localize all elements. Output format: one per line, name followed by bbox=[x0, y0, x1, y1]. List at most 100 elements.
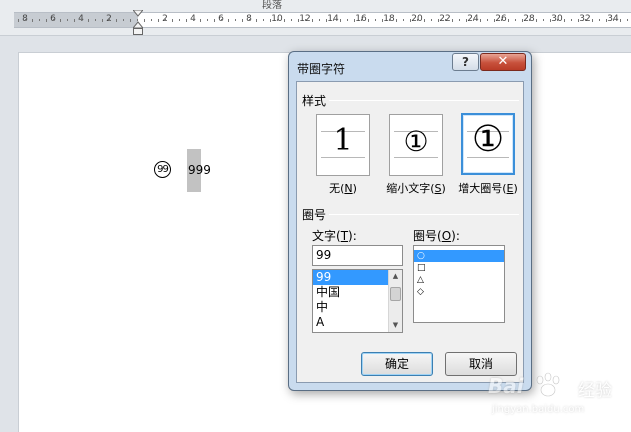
ruler-tick bbox=[165, 19, 166, 21]
scroll-down-icon[interactable]: ▼ bbox=[389, 319, 402, 332]
ruler-tick bbox=[508, 19, 509, 22]
ruler-tick bbox=[277, 19, 278, 21]
ruler-tick bbox=[403, 19, 404, 21]
ruler-tick bbox=[88, 19, 89, 22]
style-glyph-shrink: ① bbox=[403, 125, 429, 158]
enclosure-group-label: 圈号 bbox=[302, 208, 327, 222]
help-button[interactable]: ? bbox=[452, 53, 479, 71]
ruler-tick bbox=[186, 19, 187, 22]
ruler-tick bbox=[627, 19, 628, 21]
ruler-tick bbox=[578, 19, 579, 22]
ruler-tick bbox=[256, 19, 257, 22]
ruler-tick bbox=[347, 19, 348, 21]
group-divider bbox=[329, 100, 519, 101]
watermark-url: jingyan.baidu.com bbox=[492, 404, 585, 415]
label-accesskey: O bbox=[441, 229, 452, 243]
ruler-tick bbox=[179, 19, 180, 21]
ruler-tick bbox=[606, 19, 607, 22]
enclosure-item-diamond[interactable]: ◇ bbox=[414, 286, 504, 298]
ruler-tick bbox=[459, 19, 460, 21]
label-text: ) bbox=[513, 182, 518, 195]
ruler-tick bbox=[32, 19, 33, 22]
ruler-tick bbox=[599, 19, 600, 21]
list-item[interactable]: 99 bbox=[313, 270, 388, 285]
ruler-tick bbox=[67, 19, 68, 21]
ruler-tick bbox=[466, 19, 467, 22]
style-group-label: 样式 bbox=[302, 94, 327, 108]
listbox-scrollbar[interactable]: ▲ ▼ bbox=[388, 270, 402, 332]
ruler-tick bbox=[123, 19, 124, 21]
indent-marker-icon[interactable] bbox=[133, 10, 143, 36]
scroll-up-icon[interactable]: ▲ bbox=[389, 270, 402, 283]
ruler-tick bbox=[452, 19, 453, 22]
ruler-tick bbox=[298, 19, 299, 22]
enclose-characters-dialog: 带圈字符 ? ✕ 样式 1 无(N) ① 缩小文字(S) ① 增大圈号(E) 圈… bbox=[288, 51, 532, 391]
ruler-tick bbox=[557, 19, 558, 21]
scroll-thumb[interactable] bbox=[390, 287, 401, 301]
horizontal-ruler[interactable]: 段落 8 6 4 2 2 4 6 8 10 12 14 16 18 20 22 … bbox=[0, 0, 631, 36]
ruler-tick bbox=[438, 19, 439, 22]
enclosure-item-circle[interactable]: ○ bbox=[414, 250, 504, 262]
ruler-tick bbox=[445, 19, 446, 21]
ruler-tick bbox=[620, 19, 621, 22]
ruler-tick bbox=[263, 19, 264, 21]
label-text: 圈号( bbox=[413, 229, 442, 243]
style-option-shrink-text[interactable]: ① bbox=[389, 114, 443, 176]
ruler-tick bbox=[375, 19, 376, 21]
ruler-tick bbox=[389, 19, 390, 21]
ruler-tick bbox=[312, 19, 313, 22]
ruler-tick bbox=[410, 19, 411, 22]
ruler-tick bbox=[613, 19, 614, 21]
style-option-enlarge-symbol[interactable]: ① bbox=[461, 113, 515, 175]
ruler-tick bbox=[340, 19, 341, 22]
ruler-tick bbox=[25, 19, 26, 21]
text-listbox[interactable]: 99 中国 中 A ▲ ▼ bbox=[312, 269, 403, 333]
ruler-tick bbox=[158, 19, 159, 22]
ruler-tick bbox=[151, 19, 152, 21]
label-text: ): bbox=[451, 229, 460, 243]
ruler-tick bbox=[305, 19, 306, 21]
ruler-tick bbox=[494, 19, 495, 22]
enclosure-field-label: 圈号(O): bbox=[413, 227, 460, 244]
ruler-tick bbox=[102, 19, 103, 22]
style-option-none[interactable]: 1 bbox=[316, 114, 370, 176]
text-field-label: 文字(T): bbox=[312, 227, 357, 244]
label-text: 增大圈号( bbox=[458, 182, 507, 195]
close-button[interactable]: ✕ bbox=[480, 53, 526, 71]
enclosure-item-triangle[interactable]: △ bbox=[414, 274, 504, 286]
text-input[interactable]: 99 bbox=[312, 245, 403, 266]
style-option-enlarge-label: 增大圈号(E) bbox=[453, 180, 523, 196]
ok-button[interactable]: 确定 bbox=[361, 352, 433, 376]
ruler-tick bbox=[354, 19, 355, 22]
label-accesskey: T bbox=[340, 229, 349, 243]
ruler-tick bbox=[487, 19, 488, 21]
ruler-tick bbox=[522, 19, 523, 22]
label-text: ) bbox=[441, 182, 446, 195]
ruler-tick bbox=[235, 19, 236, 21]
ruler-tick bbox=[172, 19, 173, 22]
ruler-tick bbox=[585, 19, 586, 21]
ruler-tick bbox=[529, 19, 530, 21]
ruler-tick bbox=[137, 19, 138, 21]
watermark-brand-suffix: 经验 bbox=[578, 381, 612, 401]
ruler-tick bbox=[74, 19, 75, 22]
ruler-tick bbox=[592, 19, 593, 22]
label-text: ): bbox=[348, 229, 357, 243]
ruler-tick bbox=[515, 19, 516, 21]
ruler-tick bbox=[564, 19, 565, 22]
style-option-shrink-label: 缩小文字(S) bbox=[381, 180, 451, 196]
document-text: 999 bbox=[188, 163, 211, 177]
label-text: 文字( bbox=[312, 229, 341, 243]
ruler-tick bbox=[431, 19, 432, 21]
ruler-tick bbox=[291, 19, 292, 21]
ruler-section-label: 段落 bbox=[262, 0, 282, 11]
label-accesskey: N bbox=[344, 182, 353, 195]
ruler-tick bbox=[200, 19, 201, 22]
baidu-watermark: Bai 经验 jingyan.baidu.com bbox=[488, 370, 628, 426]
enclosure-item-square[interactable]: □ bbox=[414, 262, 504, 274]
ruler-tick bbox=[81, 19, 82, 21]
label-text: 无( bbox=[329, 182, 345, 195]
ruler-tick bbox=[95, 19, 96, 21]
ruler-tick bbox=[116, 19, 117, 22]
enclosure-listbox[interactable]: ○ □ △ ◇ bbox=[413, 245, 505, 323]
